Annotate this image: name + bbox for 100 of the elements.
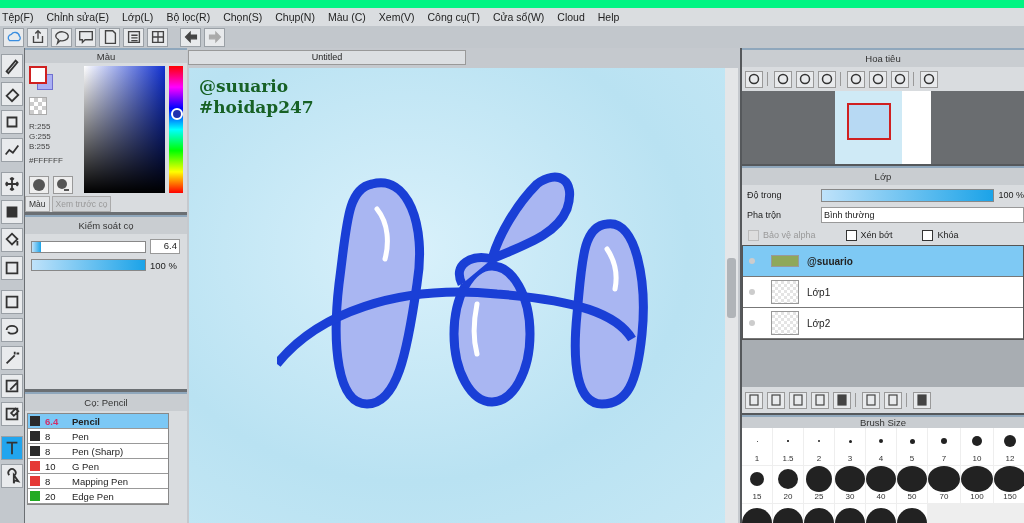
- brush-list-item[interactable]: 6.4 Pencil: [28, 414, 168, 429]
- brush-size-option[interactable]: 12: [994, 428, 1024, 465]
- brush-opacity-value: 100 %: [150, 259, 177, 271]
- canvas-text: #hoidap247: [199, 97, 314, 118]
- menu-item[interactable]: Bộ lọc(R): [166, 11, 218, 23]
- select-tool-button[interactable]: [1, 290, 23, 314]
- b-value: B:255: [29, 142, 51, 151]
- layer-opacity-slider[interactable]: [820, 188, 995, 202]
- brush-size-option[interactable]: 70: [928, 466, 960, 503]
- undo-button[interactable]: [180, 27, 201, 47]
- brush-size-option[interactable]: 30: [835, 466, 865, 503]
- hex-value: #FFFFFF: [29, 156, 64, 165]
- move-tool-button[interactable]: [1, 172, 23, 196]
- menu-item[interactable]: Cửa sổ(W): [492, 11, 552, 23]
- menu-item[interactable]: Chỉnh sửa(E): [46, 11, 116, 23]
- canvas[interactable]: @suuario #hoidap247: [189, 68, 738, 523]
- brush-size-option[interactable]: 5: [897, 428, 927, 465]
- menu-item[interactable]: Lớp(L): [121, 11, 161, 23]
- panel-title: Lớp: [874, 171, 892, 182]
- brush-list-item[interactable]: 8 Pen (Sharp): [28, 444, 168, 459]
- color-swatch-icon[interactable]: [29, 66, 53, 90]
- selpen-tool-button[interactable]: [1, 374, 23, 398]
- rect-tool-button[interactable]: [1, 110, 23, 134]
- brush-size-option[interactable]: 7: [928, 428, 960, 465]
- brush-list-item[interactable]: 10 G Pen: [28, 459, 168, 474]
- panel-title: Kiểm soát cọ: [78, 220, 134, 231]
- layer-item[interactable]: @suuario: [743, 246, 1023, 277]
- transparent-swatch-icon[interactable]: [29, 97, 47, 115]
- brush-size-option[interactable]: 20: [773, 466, 803, 503]
- list-button[interactable]: [123, 27, 144, 47]
- layer-opacity-value: 100 %: [998, 190, 1024, 200]
- bucket-tool-button[interactable]: [1, 228, 23, 252]
- palette-button[interactable]: [29, 176, 49, 194]
- brush-opacity-slider[interactable]: [31, 259, 146, 271]
- brush-size-option[interactable]: 100: [961, 466, 993, 503]
- panel-title: Cọ: Pencil: [84, 397, 128, 408]
- brush-size-option[interactable]: 10: [961, 428, 993, 465]
- canvas-text: @suuario: [199, 76, 290, 97]
- menu-item[interactable]: Xem(V): [378, 11, 422, 23]
- opacity-label: Độ trong: [747, 190, 783, 200]
- move-icon: [3, 175, 21, 193]
- text-tool-button[interactable]: [1, 436, 23, 460]
- panel-title: Màu: [96, 51, 116, 62]
- brush-size-option[interactable]: 2: [804, 428, 834, 465]
- brush-size-option[interactable]: 15: [742, 466, 772, 503]
- gradient-tool-button[interactable]: [1, 256, 23, 280]
- page-button[interactable]: [99, 27, 120, 47]
- g-value: G:255: [29, 132, 52, 141]
- layer-item[interactable]: Lớp1: [743, 277, 1023, 308]
- brush-icon: [3, 57, 21, 75]
- comment-button[interactable]: [75, 27, 96, 47]
- selerase-tool-button[interactable]: [1, 402, 23, 426]
- panel-title: Brush Size: [860, 417, 906, 428]
- brush-size-option[interactable]: 1.5: [773, 428, 803, 465]
- brush-tool-button[interactable]: [1, 54, 23, 78]
- brush-size-slider[interactable]: [31, 240, 146, 253]
- brush-size-option[interactable]: 1: [742, 428, 772, 465]
- brush-size-option[interactable]: 4: [866, 428, 896, 465]
- brush-size-option[interactable]: 50: [897, 466, 927, 503]
- menu-item[interactable]: Chụp(N): [275, 11, 322, 23]
- menu-item[interactable]: Cloud: [557, 11, 592, 23]
- menu-item[interactable]: Tệp(F): [2, 11, 41, 23]
- speech-icon: [52, 28, 71, 46]
- color-picker-square[interactable]: [84, 66, 166, 193]
- blend-mode-label: Pha trộn: [747, 210, 783, 220]
- brush-list-item[interactable]: 20 Edge Pen: [28, 489, 168, 504]
- brush-list-item[interactable]: 8 Mapping Pen: [28, 474, 168, 489]
- layer-option-checkbox[interactable]: Khóa: [922, 229, 959, 241]
- menu-item[interactable]: Công cụ(T): [427, 11, 487, 23]
- panel-tab[interactable]: Màu: [25, 196, 50, 212]
- hue-slider[interactable]: [169, 66, 183, 193]
- menu-item[interactable]: Màu (C): [327, 11, 373, 23]
- lasso-tool-button[interactable]: [1, 318, 23, 342]
- share-button[interactable]: [27, 27, 48, 47]
- curve-tool-button[interactable]: [1, 138, 23, 162]
- document-tab[interactable]: Untitled: [188, 50, 466, 65]
- comment-icon: [76, 28, 95, 46]
- menu-item[interactable]: Chọn(S): [223, 11, 270, 23]
- brush-size-field[interactable]: 6.4: [150, 239, 180, 254]
- brush-list-item[interactable]: 8 Pen: [28, 429, 168, 444]
- brush-size-option[interactable]: 40: [866, 466, 896, 503]
- operation-tool-button[interactable]: [1, 464, 23, 488]
- r-value: R:255: [29, 122, 52, 131]
- palette-edit-button[interactable]: [53, 176, 73, 194]
- brush-size-option[interactable]: 150: [994, 466, 1024, 503]
- layer-option-checkbox[interactable]: Xén bớt: [845, 229, 893, 241]
- panel-title: Hoa tiêu: [865, 53, 901, 64]
- fill-tool-button[interactable]: [1, 200, 23, 224]
- wand-tool-button[interactable]: [1, 346, 23, 370]
- grid-button[interactable]: [147, 27, 168, 47]
- blend-mode-dropdown[interactable]: Bình thường: [821, 207, 1024, 223]
- eraser-tool-button[interactable]: [1, 82, 23, 106]
- menu-item[interactable]: Help: [597, 11, 627, 23]
- speech-button[interactable]: [51, 27, 72, 47]
- wand-icon: [3, 349, 21, 367]
- brush-size-option[interactable]: 25: [804, 466, 834, 503]
- brush-size-option[interactable]: 3: [835, 428, 865, 465]
- layer-item[interactable]: Lớp2: [743, 308, 1023, 339]
- navigator-preview[interactable]: [835, 91, 931, 164]
- scrollbar-thumb[interactable]: [727, 258, 736, 318]
